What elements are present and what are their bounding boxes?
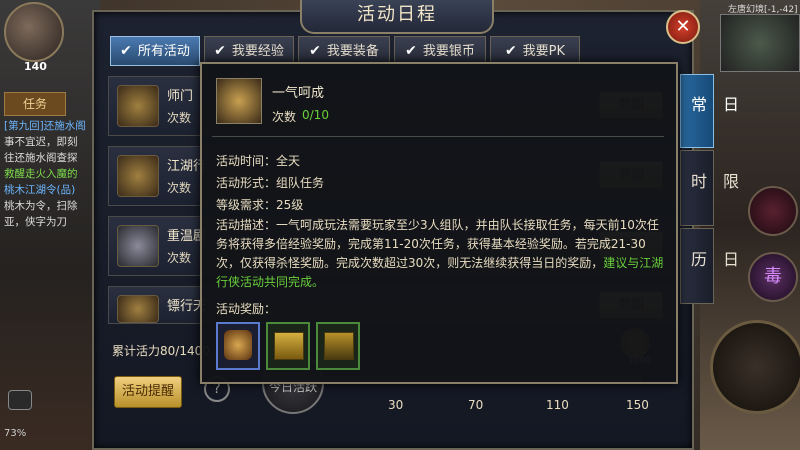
- minimap[interactable]: [720, 14, 800, 72]
- reward-slot[interactable]: [266, 322, 310, 370]
- close-button[interactable]: ✕: [666, 10, 700, 44]
- reward-gift-box-icon: [274, 332, 304, 360]
- activity-name: 师门: [167, 89, 194, 104]
- tooltip-time: 活动时间：全天: [216, 154, 301, 168]
- check-icon: ✔: [504, 43, 517, 59]
- player-avatar[interactable]: [4, 2, 64, 62]
- vitality-total: 累计活力80/1400: [112, 344, 210, 358]
- activity-scroll-icon: [216, 78, 262, 124]
- activity-count: 次数: [167, 111, 192, 125]
- activity-reminder-button[interactable]: 活动提醒: [114, 376, 182, 408]
- activity-scroll-icon: [117, 85, 159, 127]
- camera-icon[interactable]: [8, 390, 32, 410]
- check-icon: ✔: [309, 43, 321, 59]
- tooltip-reward-label: 活动奖励：: [216, 302, 277, 316]
- tooltip-form: 活动形式：组队任务: [216, 176, 325, 190]
- tooltip-level: 等级需求：25级: [216, 198, 304, 212]
- check-icon: ✔: [405, 43, 417, 59]
- progress-tick: 30: [388, 398, 404, 412]
- side-tab-calendar[interactable]: 日历: [680, 228, 739, 304]
- reward-gift-box-icon: [324, 332, 354, 360]
- reward-scroll-icon: [224, 330, 252, 360]
- reward-slot[interactable]: [216, 322, 260, 370]
- skill-button[interactable]: [748, 186, 798, 236]
- player-level: 140: [24, 60, 47, 73]
- activity-scroll-icon: [117, 155, 159, 197]
- activity-count: 次数: [167, 251, 192, 265]
- poison-skill-button[interactable]: 毒: [748, 252, 798, 302]
- tooltip-divider: [212, 136, 664, 137]
- progress-tick: 70: [468, 398, 484, 412]
- quest-line: 桃木为令，扫除: [4, 200, 78, 212]
- progress-tick: 150: [626, 398, 649, 412]
- quest-line: 亚，侠字为刀: [4, 216, 67, 228]
- tooltip-activity-name: 一气呵成: [272, 86, 325, 101]
- progress-tick: 110: [546, 398, 569, 412]
- quest-line: 事不宜迟，即刻: [4, 136, 78, 148]
- quest-tracker[interactable]: [第九回]还施水阁 事不宜迟，即刻 往还施水阁查探 救醒走火入魔的 桃木江湖令(…: [4, 118, 94, 230]
- activity-detail-tooltip: 一气呵成 次数 0/10 活动时间：全天 活动形式：组队任务 等级需求：25级 …: [200, 62, 678, 384]
- panel-title: 活动日程: [300, 0, 494, 34]
- activity-horse-icon: [117, 225, 159, 267]
- quest-line: [第九回]还施水阁: [4, 120, 86, 132]
- tab-all-activities[interactable]: ✔ 所有活动: [110, 36, 200, 66]
- battery-status: 73%: [4, 428, 27, 439]
- check-icon: ✔: [120, 43, 132, 59]
- quest-line: 往还施水阁查探: [4, 152, 78, 164]
- activity-count: 次数: [167, 181, 192, 195]
- tooltip-count-label: 次数: [272, 110, 297, 124]
- tooltip-count-value: 0/10: [302, 108, 329, 122]
- task-tab[interactable]: 任务: [4, 92, 66, 116]
- quest-line: 救醒走火入魔的: [4, 168, 78, 180]
- side-tab-daily[interactable]: 日常: [680, 74, 739, 148]
- quest-line: 桃木江湖令(品): [4, 184, 76, 196]
- tooltip-description: 活动描述：一气呵成玩法需要玩家至少3人组队，并由队长接取任务，每天前10次任务将…: [216, 218, 664, 289]
- reward-slot[interactable]: [316, 322, 360, 370]
- activity-icon: [117, 295, 159, 323]
- side-tab-limited[interactable]: 限时: [680, 150, 739, 226]
- attack-button[interactable]: [710, 320, 800, 414]
- check-icon: ✔: [214, 43, 226, 59]
